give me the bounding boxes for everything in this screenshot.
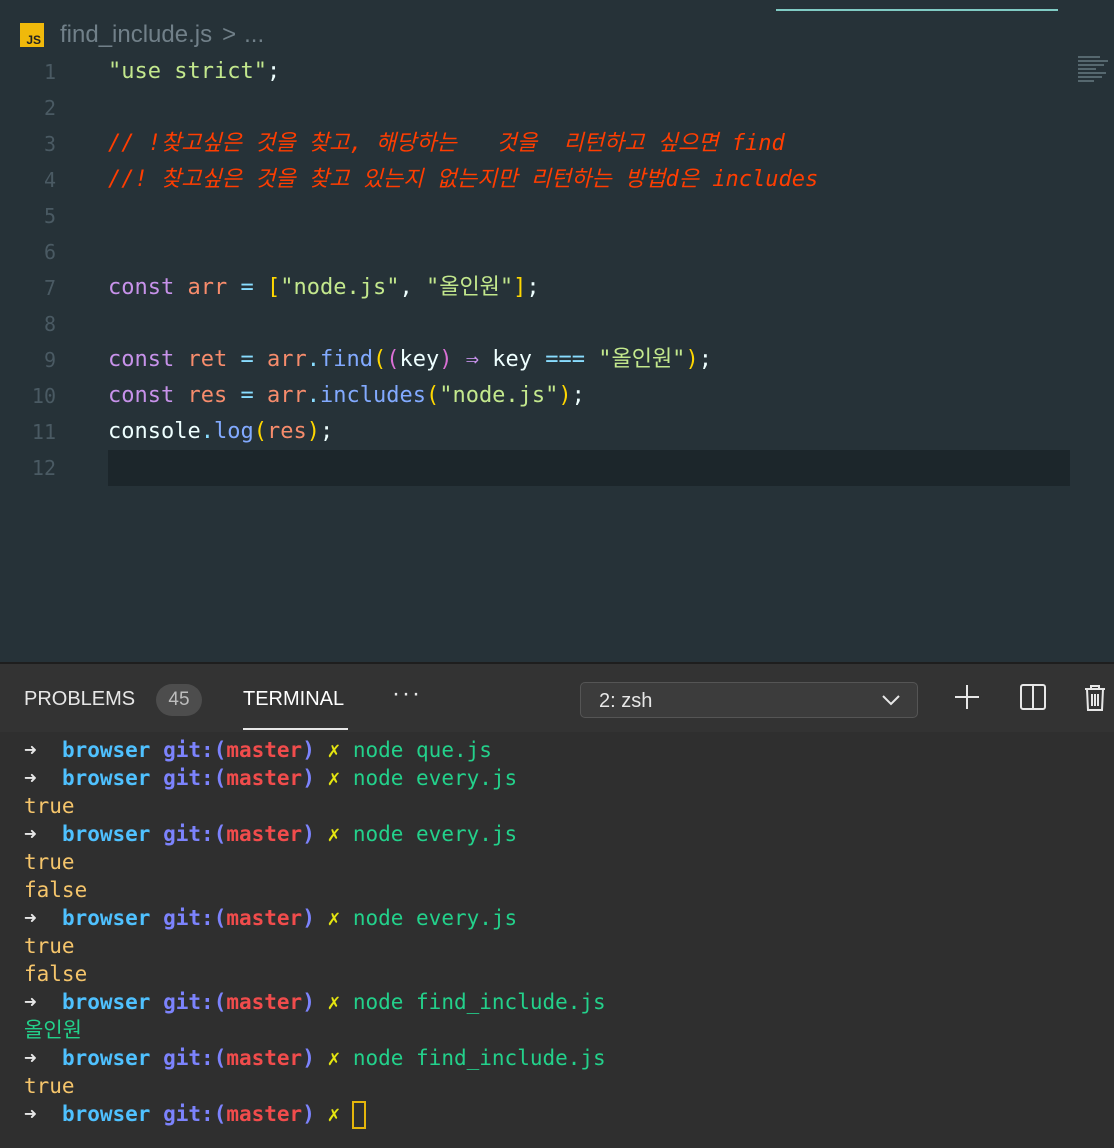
terminal-output-line: false — [24, 962, 88, 986]
terminal-shell-select[interactable]: 2: zsh — [580, 682, 918, 718]
line-content: const res = arr.includes("node.js"); — [108, 383, 585, 408]
active-tab-indicator — [776, 9, 1058, 11]
code-line: 7 const arr = ["node.js", "올인원"]; — [0, 270, 1114, 306]
javascript-file-icon: JS — [20, 23, 44, 47]
terminal-output-line: true — [24, 934, 75, 958]
line-number: 4 — [43, 168, 56, 192]
line-number: 6 — [43, 240, 56, 264]
panel-header: PROBLEMS 45 TERMINAL ··· 2: zsh — [0, 662, 1114, 732]
split-terminal-icon[interactable] — [1020, 684, 1046, 710]
breadcrumb-ellipsis[interactable]: ... — [244, 21, 264, 49]
code-line: 11 console.log(res); — [0, 414, 1114, 450]
code-lines[interactable]: 1 "use strict"; 2 3 // !찾고싶은 것을 찾고, 해당하는… — [0, 54, 1114, 486]
trash-icon[interactable] — [1084, 684, 1106, 712]
line-number: 5 — [43, 204, 56, 228]
terminal-cursor — [352, 1101, 367, 1129]
comment: // !찾고싶은 것을 찾고, 해당하는 것을 리턴하고 싶으면 find — [108, 131, 785, 156]
line-number: 10 — [31, 384, 56, 408]
terminal-prompt-line: ➜ browser git:(master) ✗ node que.js — [24, 738, 492, 762]
terminal-current-prompt[interactable]: ➜ browser git:(master) ✗ — [0, 1100, 1114, 1129]
terminal-prompt-line: ➜ browser git:(master) ✗ node find_inclu… — [24, 1046, 606, 1070]
code-line: 8 — [0, 306, 1114, 342]
comment: //! 찾고싶은 것을 찾고 있는지 없는지만 리턴하는 방법d은 includ… — [108, 167, 819, 192]
terminal-output-line: false — [24, 878, 88, 902]
line-number: 2 — [43, 96, 56, 120]
code-line: 10 const res = arr.includes("node.js"); — [0, 378, 1114, 414]
terminal-prompt-line: ➜ browser git:(master) ✗ node every.js — [24, 822, 518, 846]
terminal-prompt-line: ➜ browser git:(master) ✗ node find_inclu… — [24, 990, 606, 1014]
line-number: 1 — [43, 60, 56, 84]
line-number: 12 — [31, 456, 56, 480]
code-line: 1 "use strict"; — [0, 54, 1114, 90]
problems-count-badge: 45 — [156, 684, 202, 716]
line-content: const arr = ["node.js", "올인원"]; — [108, 275, 540, 300]
line-number: 7 — [43, 276, 56, 300]
code-editor[interactable]: JS find_include.js > ... 1 "use strict";… — [0, 0, 1114, 662]
terminal-output[interactable]: ➜ browser git:(master) ✗ node que.js ➜ b… — [0, 732, 1114, 1148]
terminal-prompt-line: ➜ browser git:(master) ✗ node every.js — [24, 906, 518, 930]
code-line: 3 // !찾고싶은 것을 찾고, 해당하는 것을 리턴하고 싶으면 find — [0, 126, 1114, 162]
breadcrumb-file[interactable]: find_include.js — [60, 21, 212, 49]
tab-problems[interactable]: PROBLEMS — [24, 688, 135, 711]
active-tab-underline — [243, 728, 348, 730]
line-content: const ret = arr.find((key) ⇒ key === "올인… — [108, 347, 712, 372]
terminal-output-line: 올인원 — [24, 1018, 82, 1042]
line-number: 11 — [31, 420, 56, 444]
code-line: 9 const ret = arr.find((key) ⇒ key === "… — [0, 342, 1114, 378]
tab-terminal[interactable]: TERMINAL — [243, 688, 344, 711]
code-line: 2 — [0, 90, 1114, 126]
code-line-current: 12 — [0, 450, 1114, 486]
line-number: 8 — [43, 312, 56, 336]
line-number: 9 — [43, 348, 56, 372]
breadcrumb[interactable]: JS find_include.js > ... — [20, 18, 264, 52]
line-content: console.log(res); — [108, 419, 334, 444]
more-actions-icon[interactable]: ··· — [392, 680, 422, 708]
code-line: 5 — [0, 198, 1114, 234]
terminal-output-line: true — [24, 794, 75, 818]
line-content: "use strict"; — [108, 59, 281, 84]
shell-select-value: 2: zsh — [599, 690, 653, 712]
code-line: 4 //! 찾고싶은 것을 찾고 있는지 없는지만 리턴하는 방법d은 incl… — [0, 162, 1114, 198]
current-line-highlight — [108, 450, 1070, 486]
terminal-output-line: true — [24, 1074, 75, 1098]
code-line: 6 — [0, 234, 1114, 270]
terminal-prompt-line: ➜ browser git:(master) ✗ node every.js — [24, 766, 518, 790]
new-terminal-plus-icon[interactable] — [954, 684, 980, 710]
chevron-down-icon — [882, 695, 900, 706]
breadcrumb-separator-icon: > — [222, 21, 237, 48]
terminal-output-line: true — [24, 850, 75, 874]
line-number: 3 — [43, 132, 56, 156]
